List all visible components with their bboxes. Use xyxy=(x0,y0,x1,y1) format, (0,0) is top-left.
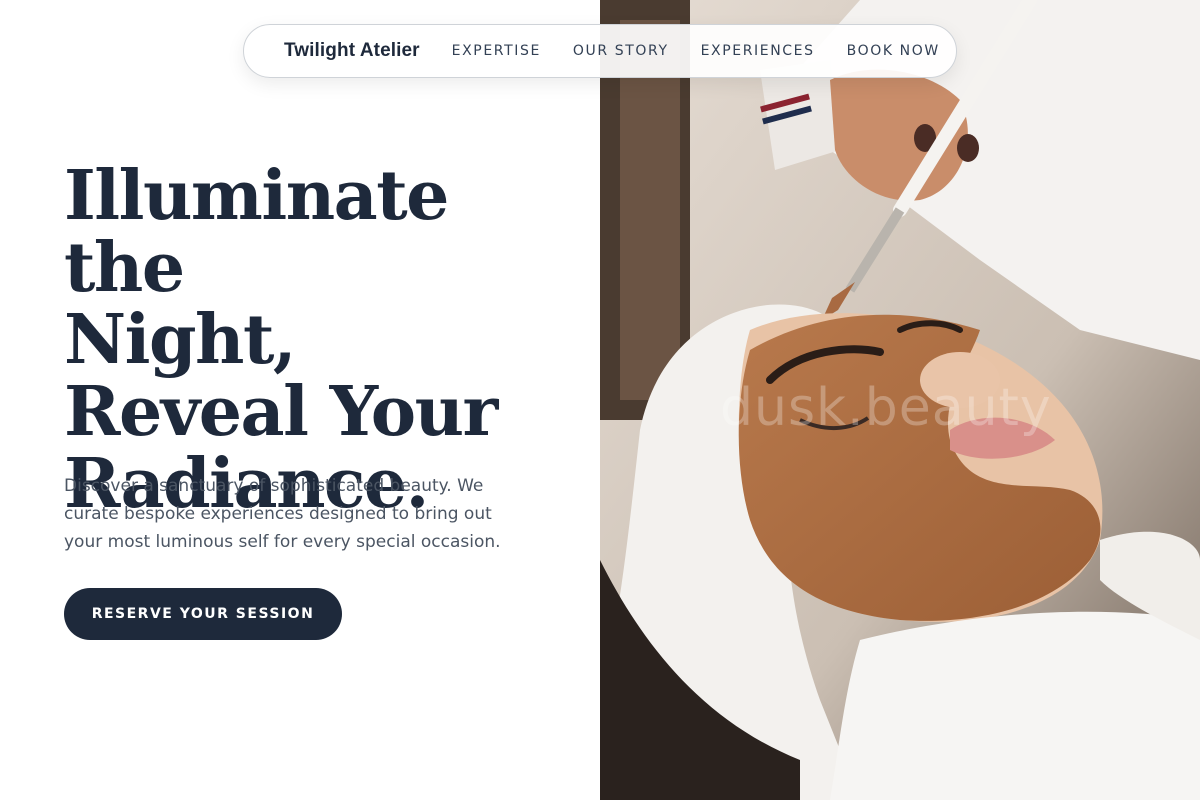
nav-link-our-story[interactable]: OUR STORY xyxy=(573,43,669,59)
brand-logo[interactable]: Twilight Atelier xyxy=(284,40,420,62)
headline-line: Reveal Your xyxy=(64,372,498,452)
reserve-session-button[interactable]: RESERVE YOUR SESSION xyxy=(64,588,342,640)
top-navigation: Twilight Atelier EXPERTISE OUR STORY EXP… xyxy=(243,24,957,78)
headline-line: Illuminate the xyxy=(64,156,449,308)
nav-link-expertise[interactable]: EXPERTISE xyxy=(452,43,541,59)
nav-link-book-now[interactable]: BOOK NOW xyxy=(847,43,940,59)
nav-link-experiences[interactable]: EXPERIENCES xyxy=(701,43,815,59)
hero-headline: Illuminate the Night, Reveal Your Radian… xyxy=(64,160,584,520)
headline-line: Night, xyxy=(64,300,297,380)
hero-description: Discover a sanctuary of sophisticated be… xyxy=(64,476,501,552)
image-watermark: dusk.beauty xyxy=(720,378,1052,438)
